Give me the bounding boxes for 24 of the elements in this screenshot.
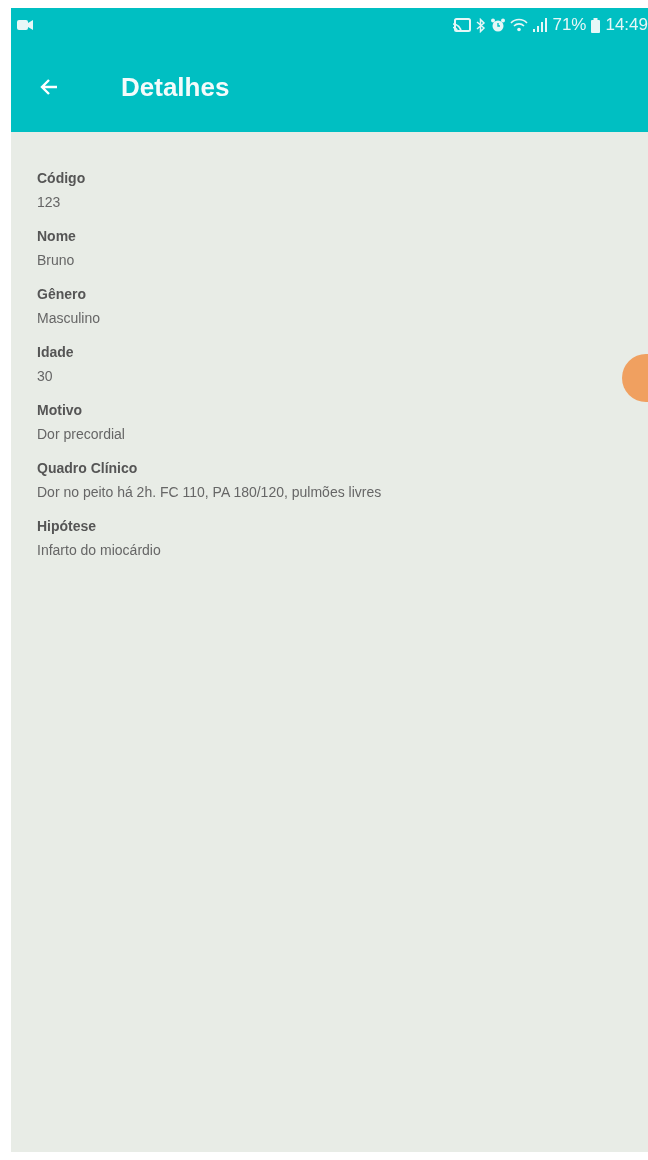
- field-value: 30: [37, 368, 53, 384]
- field-label: Nome: [37, 228, 76, 244]
- field-value: Dor no peito há 2h. FC 110, PA 180/120, pulmões livres: [37, 484, 382, 500]
- cast-icon: [453, 17, 472, 33]
- signal-icon: [533, 18, 548, 32]
- bluetooth-icon: [476, 17, 487, 33]
- field-label: Gênero: [37, 286, 86, 302]
- field-value: Bruno: [37, 252, 75, 268]
- alarm-clock-icon: [491, 18, 506, 32]
- wifi-icon: [510, 18, 529, 32]
- video-camera-icon: [17, 20, 33, 30]
- field-label: Quadro Clínico: [37, 460, 138, 476]
- screen-title: Detalhes: [121, 71, 230, 103]
- field-label: Idade: [37, 344, 74, 360]
- field-value: Dor precordial: [37, 426, 125, 442]
- field-value: Masculino: [37, 310, 101, 326]
- field-label: Código: [37, 170, 86, 186]
- field-value: 123: [37, 194, 61, 210]
- field-label: Hipótese: [37, 518, 97, 534]
- battery-icon: [591, 17, 601, 33]
- field-label: Motivo: [37, 402, 83, 418]
- field-value: Infarto do miocárdio: [37, 542, 161, 558]
- battery-percent: 71%: [552, 15, 587, 35]
- status-time: 14:49: [605, 15, 648, 35]
